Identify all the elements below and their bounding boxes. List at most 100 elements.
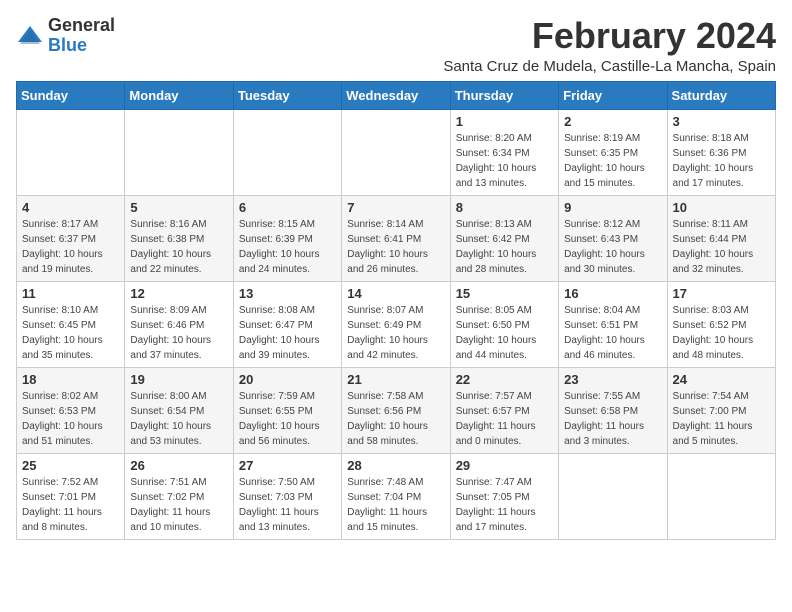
calendar-cell: 9 Sunrise: 8:12 AMSunset: 6:43 PMDaylight… xyxy=(559,195,667,281)
week-row: 4 Sunrise: 8:17 AMSunset: 6:37 PMDaylight… xyxy=(17,195,776,281)
week-row: 1 Sunrise: 8:20 AMSunset: 6:34 PMDaylight… xyxy=(17,109,776,195)
calendar-cell: 19 Sunrise: 8:00 AMSunset: 6:54 PMDayligh… xyxy=(125,367,233,453)
day-number: 20 xyxy=(239,372,336,387)
day-number: 3 xyxy=(673,114,770,129)
header-cell-friday: Friday xyxy=(559,81,667,109)
day-info: Sunrise: 8:13 AMSunset: 6:42 PMDaylight:… xyxy=(456,217,553,277)
day-number: 27 xyxy=(239,458,336,473)
day-info: Sunrise: 8:03 AMSunset: 6:52 PMDaylight:… xyxy=(673,303,770,363)
day-number: 2 xyxy=(564,114,661,129)
day-number: 9 xyxy=(564,200,661,215)
day-info: Sunrise: 8:07 AMSunset: 6:49 PMDaylight:… xyxy=(347,303,444,363)
calendar-body: 1 Sunrise: 8:20 AMSunset: 6:34 PMDaylight… xyxy=(17,109,776,539)
day-info: Sunrise: 8:08 AMSunset: 6:47 PMDaylight:… xyxy=(239,303,336,363)
day-info: Sunrise: 8:00 AMSunset: 6:54 PMDaylight:… xyxy=(130,389,227,449)
week-row: 11 Sunrise: 8:10 AMSunset: 6:45 PMDayligh… xyxy=(17,281,776,367)
day-info: Sunrise: 8:12 AMSunset: 6:43 PMDaylight:… xyxy=(564,217,661,277)
calendar-cell: 24Sunrise: 7:54 AMSunset: 7:00 PMDayligh… xyxy=(667,367,775,453)
calendar-header-row: SundayMondayTuesdayWednesdayThursdayFrid… xyxy=(17,81,776,109)
day-info: Sunrise: 8:11 AMSunset: 6:44 PMDaylight:… xyxy=(673,217,770,277)
header-cell-saturday: Saturday xyxy=(667,81,775,109)
day-number: 25 xyxy=(22,458,119,473)
calendar-cell: 10 Sunrise: 8:11 AMSunset: 6:44 PMDayligh… xyxy=(667,195,775,281)
calendar-cell: 21 Sunrise: 7:58 AMSunset: 6:56 PMDayligh… xyxy=(342,367,450,453)
day-number: 10 xyxy=(673,200,770,215)
calendar-cell: 11 Sunrise: 8:10 AMSunset: 6:45 PMDayligh… xyxy=(17,281,125,367)
day-info: Sunrise: 8:10 AMSunset: 6:45 PMDaylight:… xyxy=(22,303,119,363)
calendar-cell: 14 Sunrise: 8:07 AMSunset: 6:49 PMDayligh… xyxy=(342,281,450,367)
title-area: February 2024 Santa Cruz de Mudela, Cast… xyxy=(443,16,776,75)
header-cell-sunday: Sunday xyxy=(17,81,125,109)
day-number: 29 xyxy=(456,458,553,473)
day-info: Sunrise: 8:02 AMSunset: 6:53 PMDaylight:… xyxy=(22,389,119,449)
day-number: 17 xyxy=(673,286,770,301)
day-number: 4 xyxy=(22,200,119,215)
calendar: SundayMondayTuesdayWednesdayThursdayFrid… xyxy=(16,81,776,540)
week-row: 18 Sunrise: 8:02 AMSunset: 6:53 PMDayligh… xyxy=(17,367,776,453)
calendar-cell: 18 Sunrise: 8:02 AMSunset: 6:53 PMDayligh… xyxy=(17,367,125,453)
day-number: 8 xyxy=(456,200,553,215)
logo: General Blue xyxy=(16,16,115,56)
calendar-cell: 8 Sunrise: 8:13 AMSunset: 6:42 PMDaylight… xyxy=(450,195,558,281)
day-info: Sunrise: 8:04 AMSunset: 6:51 PMDaylight:… xyxy=(564,303,661,363)
day-number: 1 xyxy=(456,114,553,129)
calendar-cell: 20 Sunrise: 7:59 AMSunset: 6:55 PMDayligh… xyxy=(233,367,341,453)
day-info: Sunrise: 8:19 AMSunset: 6:35 PMDaylight:… xyxy=(564,131,661,191)
calendar-cell: 12Sunrise: 8:09 AMSunset: 6:46 PMDayligh… xyxy=(125,281,233,367)
header-cell-tuesday: Tuesday xyxy=(233,81,341,109)
calendar-cell xyxy=(233,109,341,195)
day-number: 23 xyxy=(564,372,661,387)
day-number: 18 xyxy=(22,372,119,387)
day-number: 22 xyxy=(456,372,553,387)
calendar-cell: 7 Sunrise: 8:14 AMSunset: 6:41 PMDaylight… xyxy=(342,195,450,281)
day-number: 21 xyxy=(347,372,444,387)
day-info: Sunrise: 7:52 AMSunset: 7:01 PMDaylight:… xyxy=(22,475,119,535)
calendar-cell: 28Sunrise: 7:48 AMSunset: 7:04 PMDayligh… xyxy=(342,453,450,539)
calendar-cell: 5Sunrise: 8:16 AMSunset: 6:38 PMDaylight… xyxy=(125,195,233,281)
calendar-cell: 6Sunrise: 8:15 AMSunset: 6:39 PMDaylight… xyxy=(233,195,341,281)
calendar-cell: 3 Sunrise: 8:18 AMSunset: 6:36 PMDaylight… xyxy=(667,109,775,195)
logo-icon xyxy=(16,22,44,50)
day-number: 15 xyxy=(456,286,553,301)
day-number: 5 xyxy=(130,200,227,215)
week-row: 25 Sunrise: 7:52 AMSunset: 7:01 PMDayligh… xyxy=(17,453,776,539)
day-number: 16 xyxy=(564,286,661,301)
calendar-cell xyxy=(125,109,233,195)
day-number: 26 xyxy=(130,458,227,473)
day-number: 28 xyxy=(347,458,444,473)
day-number: 11 xyxy=(22,286,119,301)
month-title: February 2024 xyxy=(443,16,776,56)
calendar-cell: 2 Sunrise: 8:19 AMSunset: 6:35 PMDaylight… xyxy=(559,109,667,195)
day-number: 14 xyxy=(347,286,444,301)
calendar-cell: 22 Sunrise: 7:57 AMSunset: 6:57 PMDayligh… xyxy=(450,367,558,453)
header-cell-monday: Monday xyxy=(125,81,233,109)
calendar-cell: 4 Sunrise: 8:17 AMSunset: 6:37 PMDaylight… xyxy=(17,195,125,281)
day-info: Sunrise: 7:51 AMSunset: 7:02 PMDaylight:… xyxy=(130,475,227,535)
day-number: 6 xyxy=(239,200,336,215)
day-info: Sunrise: 8:18 AMSunset: 6:36 PMDaylight:… xyxy=(673,131,770,191)
calendar-cell xyxy=(342,109,450,195)
day-info: Sunrise: 7:47 AMSunset: 7:05 PMDaylight:… xyxy=(456,475,553,535)
calendar-cell xyxy=(17,109,125,195)
header-cell-thursday: Thursday xyxy=(450,81,558,109)
calendar-cell: 23Sunrise: 7:55 AMSunset: 6:58 PMDayligh… xyxy=(559,367,667,453)
calendar-cell xyxy=(559,453,667,539)
calendar-cell: 27 Sunrise: 7:50 AMSunset: 7:03 PMDayligh… xyxy=(233,453,341,539)
day-info: Sunrise: 7:58 AMSunset: 6:56 PMDaylight:… xyxy=(347,389,444,449)
calendar-cell: 26 Sunrise: 7:51 AMSunset: 7:02 PMDayligh… xyxy=(125,453,233,539)
day-info: Sunrise: 8:14 AMSunset: 6:41 PMDaylight:… xyxy=(347,217,444,277)
day-info: Sunrise: 8:20 AMSunset: 6:34 PMDaylight:… xyxy=(456,131,553,191)
header-cell-wednesday: Wednesday xyxy=(342,81,450,109)
calendar-cell: 29 Sunrise: 7:47 AMSunset: 7:05 PMDayligh… xyxy=(450,453,558,539)
day-number: 19 xyxy=(130,372,227,387)
calendar-cell: 25 Sunrise: 7:52 AMSunset: 7:01 PMDayligh… xyxy=(17,453,125,539)
day-info: Sunrise: 8:17 AMSunset: 6:37 PMDaylight:… xyxy=(22,217,119,277)
day-info: Sunrise: 7:59 AMSunset: 6:55 PMDaylight:… xyxy=(239,389,336,449)
calendar-cell: 16 Sunrise: 8:04 AMSunset: 6:51 PMDayligh… xyxy=(559,281,667,367)
day-info: Sunrise: 8:09 AMSunset: 6:46 PMDaylight:… xyxy=(130,303,227,363)
day-info: Sunrise: 7:57 AMSunset: 6:57 PMDaylight:… xyxy=(456,389,553,449)
location-title: Santa Cruz de Mudela, Castille-La Mancha… xyxy=(443,58,776,75)
day-info: Sunrise: 7:54 AMSunset: 7:00 PMDaylight:… xyxy=(673,389,770,449)
day-number: 7 xyxy=(347,200,444,215)
day-info: Sunrise: 7:50 AMSunset: 7:03 PMDaylight:… xyxy=(239,475,336,535)
